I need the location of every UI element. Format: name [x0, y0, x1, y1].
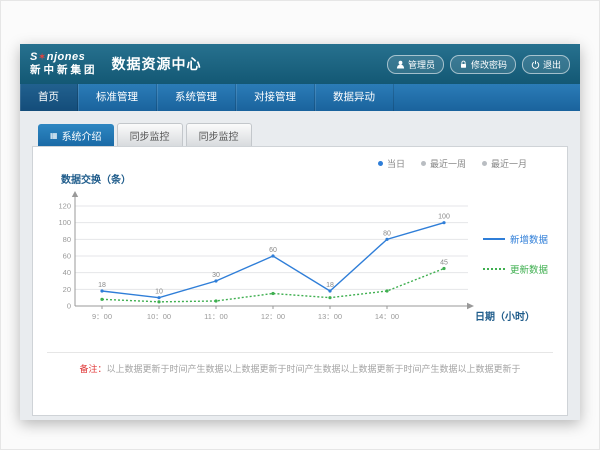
svg-text:60: 60	[269, 247, 277, 254]
change-password-button-label: 修改密码	[471, 58, 507, 71]
nav-item-standard-mgmt[interactable]: 标准管理	[78, 84, 157, 111]
svg-text:40: 40	[63, 268, 71, 277]
logo-star-icon: ✶	[38, 52, 47, 63]
x-axis-title: 日期（小时）	[475, 308, 535, 323]
brand-logo: S✶njones 新中新集团	[30, 52, 98, 76]
tab-bar: ▦ 系统介绍 同步监控 同步监控	[38, 123, 568, 146]
dot-icon	[378, 161, 383, 166]
nav-item-system-mgmt[interactable]: 系统管理	[157, 84, 236, 111]
dotted-line-icon	[483, 268, 505, 270]
svg-text:14：00: 14：00	[375, 312, 399, 321]
power-icon	[531, 60, 540, 69]
svg-text:0: 0	[67, 302, 71, 311]
main-nav: 首页 标准管理 系统管理 对接管理 数据异动	[20, 84, 580, 111]
user-icon	[396, 60, 405, 69]
range-filter-last-month[interactable]: 最近一月	[482, 157, 527, 170]
tab-sync-monitor-2[interactable]: 同步监控	[186, 123, 252, 146]
svg-text:10：00: 10：00	[147, 312, 171, 321]
chart-panel: 当日 最近一周 最近一月 数据交换（条） 0 20 40 60 80 100 120 9：00…	[32, 146, 568, 416]
svg-text:45: 45	[440, 260, 448, 267]
app-window: S✶njones 新中新集团 数据资源中心 管理员 修改密码 退出 首页 标准管…	[20, 44, 580, 420]
y-axis-title: 数据交换（条）	[61, 171, 553, 186]
tab-sync-monitor-1[interactable]: 同步监控	[117, 123, 183, 146]
change-password-button[interactable]: 修改密码	[450, 55, 516, 74]
nav-item-integration-mgmt[interactable]: 对接管理	[236, 84, 315, 111]
series-line-0	[102, 223, 444, 298]
lock-icon	[459, 60, 468, 69]
range-filter-label: 最近一周	[430, 157, 466, 170]
logo-text-part: S	[30, 51, 38, 63]
svg-text:12：00: 12：00	[261, 312, 285, 321]
time-range-legend: 当日 最近一周 最近一月	[378, 157, 527, 170]
logout-button[interactable]: 退出	[522, 55, 570, 74]
footnote-prefix: 备注：	[79, 364, 106, 374]
nav-item-data-change[interactable]: 数据异动	[315, 84, 394, 111]
svg-text:100: 100	[438, 214, 450, 221]
admin-button-label: 管理员	[408, 58, 435, 71]
svg-text:30: 30	[212, 272, 220, 279]
svg-text:20: 20	[63, 285, 71, 294]
grid-icon: ▦	[50, 132, 58, 140]
svg-text:9：00: 9：00	[92, 312, 112, 321]
svg-text:18: 18	[98, 282, 106, 289]
nav-item-home[interactable]: 首页	[20, 84, 78, 111]
svg-text:80: 80	[63, 235, 71, 244]
logout-button-label: 退出	[543, 58, 561, 71]
header-actions: 管理员 修改密码 退出	[387, 55, 570, 74]
series-legend-label: 新增数据	[510, 232, 548, 246]
range-filter-today[interactable]: 当日	[378, 157, 405, 170]
logo-text-part: njones	[47, 51, 85, 63]
tab-label: 系统介绍	[62, 128, 102, 143]
content-area: ▦ 系统介绍 同步监控 同步监控 当日 最近一周	[20, 111, 580, 420]
series-legend-label: 更新数据	[510, 262, 548, 276]
range-filter-label: 当日	[387, 157, 405, 170]
brand-logo-subtitle: 新中新集团	[30, 65, 98, 76]
svg-text:100: 100	[58, 218, 71, 227]
solid-line-icon	[483, 238, 505, 240]
svg-text:18: 18	[326, 282, 334, 289]
footnote-text: 以上数据更新于时间产生数据以上数据更新于时间产生数据以上数据更新于时间产生数据以…	[107, 364, 521, 374]
svg-text:11：00: 11：00	[204, 312, 228, 321]
svg-text:120: 120	[58, 202, 71, 211]
dot-icon	[421, 161, 426, 166]
admin-button[interactable]: 管理员	[387, 55, 444, 74]
tab-label: 同步监控	[130, 132, 170, 143]
svg-text:10: 10	[155, 289, 163, 296]
range-filter-label: 最近一月	[491, 157, 527, 170]
series-legend-updated-data[interactable]: 更新数据	[483, 262, 548, 276]
svg-text:13：00: 13：00	[318, 312, 342, 321]
dot-icon	[482, 161, 487, 166]
range-filter-last-week[interactable]: 最近一周	[421, 157, 466, 170]
series-legend-new-data[interactable]: 新增数据	[483, 232, 548, 246]
brand-logo-text: S✶njones	[30, 52, 98, 63]
page-title: 数据资源中心	[112, 54, 202, 74]
tab-label: 同步监控	[199, 132, 239, 143]
svg-text:60: 60	[63, 252, 71, 261]
line-chart-svg: 0 20 40 60 80 100 120 9：00 10：00 11：00 12：00 13：00 1…	[47, 188, 477, 336]
tab-system-intro[interactable]: ▦ 系统介绍	[38, 124, 114, 146]
footnote: 备注：以上数据更新于时间产生数据以上数据更新于时间产生数据以上数据更新于时间产生…	[47, 352, 553, 375]
chart-row: 0 20 40 60 80 100 120 9：00 10：00 11：00 12：00 13：00 1…	[47, 188, 553, 336]
app-header: S✶njones 新中新集团 数据资源中心 管理员 修改密码 退出	[20, 44, 580, 84]
svg-text:80: 80	[383, 230, 391, 237]
